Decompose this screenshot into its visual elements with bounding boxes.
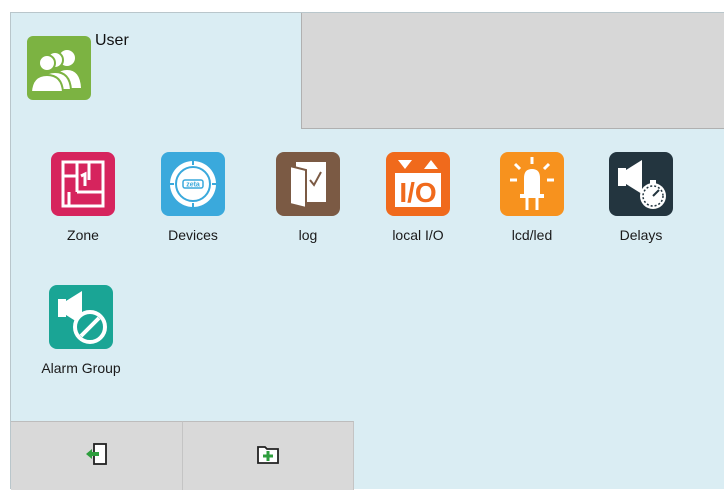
delay-timer-icon <box>609 152 673 216</box>
user-card[interactable]: User <box>27 23 129 103</box>
tile-label: Devices <box>168 227 218 243</box>
add-folder-icon <box>254 440 282 473</box>
tile-label: log <box>298 227 318 243</box>
tile-zone[interactable]: Zone <box>38 152 128 262</box>
add-folder-button[interactable] <box>183 421 354 490</box>
logout-icon <box>83 440 111 473</box>
tile-alarm-group[interactable]: Alarm Group <box>36 285 126 395</box>
info-panel <box>301 13 724 129</box>
tile-label: local I/O <box>392 227 444 243</box>
led-icon <box>500 152 564 216</box>
tile-delays[interactable]: Delays <box>596 152 686 262</box>
log-book-icon <box>276 152 340 216</box>
bottom-toolbar <box>11 421 724 490</box>
tile-label: Zone <box>67 227 99 243</box>
tile-local-io[interactable]: I/O local I/O <box>373 152 463 262</box>
tile-lcd-led[interactable]: lcd/led <box>487 152 577 262</box>
tile-devices[interactable]: zeta Devices <box>148 152 238 262</box>
tile-label: lcd/led <box>511 227 553 243</box>
user-label: User <box>95 32 129 49</box>
tile-label: Delays <box>619 227 663 243</box>
tile-label: Alarm Group <box>41 360 121 376</box>
alarm-group-disable-icon <box>49 285 113 349</box>
svg-text:I/O: I/O <box>399 177 436 208</box>
zeta-device-icon: zeta <box>161 152 225 216</box>
logout-button[interactable] <box>11 421 183 490</box>
floorplan-icon <box>51 152 115 216</box>
io-icon: I/O <box>386 152 450 216</box>
users-icon <box>27 36 91 100</box>
svg-text:zeta: zeta <box>186 182 200 189</box>
main-panel: User Zone zeta Devices log I/O local I/O… <box>10 12 724 490</box>
tile-log[interactable]: log <box>263 152 353 262</box>
